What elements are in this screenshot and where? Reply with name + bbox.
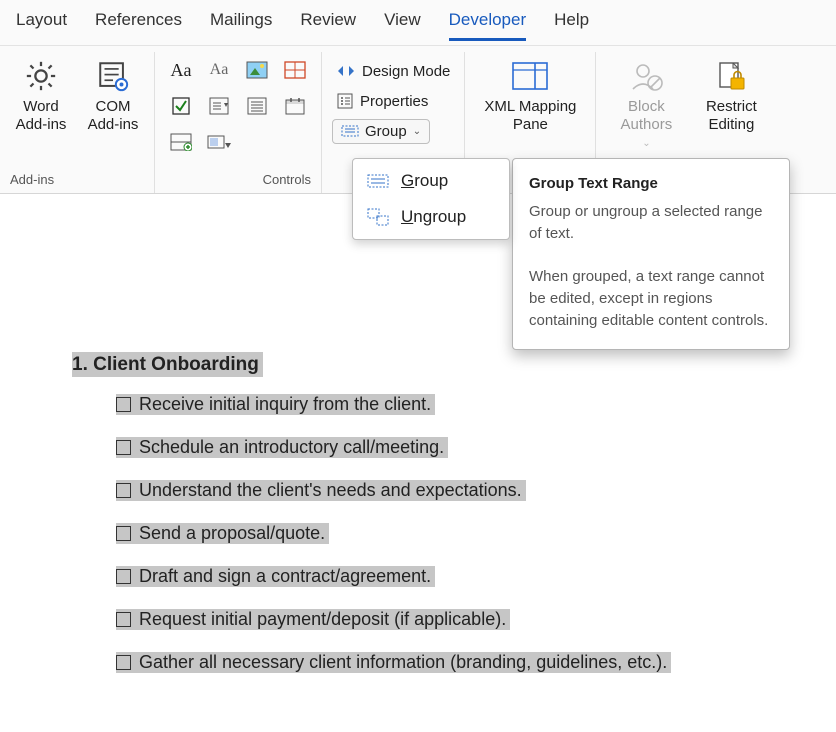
tooltip-line2: When grouped, a text range cannot be edi… xyxy=(529,266,773,331)
gear-icon xyxy=(24,58,58,94)
menu-item-ungroup-label: Ungroup xyxy=(401,207,466,227)
group-dropdown-label: Group xyxy=(365,123,407,140)
group-icon xyxy=(341,123,359,139)
properties-button[interactable]: Properties xyxy=(332,86,454,116)
list-item-text: Request initial payment/deposit (if appl… xyxy=(139,609,506,630)
picture-control-icon[interactable] xyxy=(241,56,273,84)
list-item-text: Receive initial inquiry from the client. xyxy=(139,394,431,415)
plain-text-control-icon[interactable]: Aa xyxy=(203,56,235,84)
checkbox-icon[interactable] xyxy=(116,655,131,670)
properties-icon xyxy=(336,92,354,110)
block-authors-button: Block Authors ⌄ xyxy=(606,56,686,150)
word-addins-label: Word Add-ins xyxy=(10,98,72,134)
checkbox-icon[interactable] xyxy=(116,440,131,455)
design-mode-icon xyxy=(336,62,356,80)
group-icon xyxy=(367,172,389,190)
list-item-text: Schedule an introductory call/meeting. xyxy=(139,437,444,458)
list-gear-icon xyxy=(96,58,130,94)
controls-gallery: Aa Aa xyxy=(165,56,311,158)
list-item-text: Send a proposal/quote. xyxy=(139,523,325,544)
menu-item-group-label: Group xyxy=(401,171,448,191)
list-item[interactable]: Request initial payment/deposit (if appl… xyxy=(116,609,836,630)
date-picker-control-icon[interactable] xyxy=(279,92,311,120)
menu-item-ungroup[interactable]: Ungroup xyxy=(353,199,509,235)
tab-references[interactable]: References xyxy=(95,8,182,41)
checkbox-control-icon[interactable] xyxy=(165,92,197,120)
restrict-editing-icon xyxy=(715,58,747,94)
checkbox-icon[interactable] xyxy=(116,397,131,412)
word-addins-button[interactable]: Word Add-ins xyxy=(10,56,72,134)
checkbox-icon[interactable] xyxy=(116,569,131,584)
rich-text-control-icon[interactable]: Aa xyxy=(165,56,197,84)
tooltip-group-text-range: Group Text Range Group or ungroup a sele… xyxy=(512,158,790,350)
tab-help[interactable]: Help xyxy=(554,8,589,41)
tab-review[interactable]: Review xyxy=(300,8,356,41)
group-dropdown-button[interactable]: Group ⌄ xyxy=(332,116,454,146)
repeating-section-control-icon[interactable] xyxy=(165,128,197,156)
tab-developer[interactable]: Developer xyxy=(449,8,527,41)
building-block-control-icon[interactable] xyxy=(279,56,311,84)
chevron-down-icon: ⌄ xyxy=(642,138,650,150)
ribbon-group-addins: Word Add-ins COM Add-ins Add-ins xyxy=(0,52,155,193)
combo-box-control-icon[interactable] xyxy=(203,92,235,120)
properties-label: Properties xyxy=(360,93,428,110)
block-authors-label: Block Authors xyxy=(606,98,686,134)
tooltip-line1: Group or ungroup a selected range of tex… xyxy=(529,201,773,245)
group-label-addins: Add-ins xyxy=(10,168,144,193)
com-addins-label: COM Add-ins xyxy=(82,98,144,134)
group-dropdown-menu: Group Ungroup xyxy=(352,158,510,240)
list-item[interactable]: Schedule an introductory call/meeting. xyxy=(116,437,836,458)
checklist: Receive initial inquiry from the client.… xyxy=(72,394,836,673)
design-mode-label: Design Mode xyxy=(362,63,450,80)
list-item[interactable]: Gather all necessary client information … xyxy=(116,652,836,673)
tab-view[interactable]: View xyxy=(384,8,421,41)
menu-item-group[interactable]: Group xyxy=(353,163,509,199)
list-item[interactable]: Receive initial inquiry from the client. xyxy=(116,394,836,415)
xml-mapping-pane-button[interactable]: XML Mapping Pane xyxy=(475,56,585,134)
list-item[interactable]: Send a proposal/quote. xyxy=(116,523,836,544)
com-addins-button[interactable]: COM Add-ins xyxy=(82,56,144,134)
design-mode-button[interactable]: Design Mode xyxy=(332,56,454,86)
section-heading[interactable]: 1. Client Onboarding xyxy=(72,352,263,377)
tooltip-title: Group Text Range xyxy=(529,173,773,195)
checkbox-icon[interactable] xyxy=(116,526,131,541)
legacy-tools-icon[interactable] xyxy=(203,128,235,156)
tab-layout[interactable]: Layout xyxy=(16,8,67,41)
restrict-editing-label: Restrict Editing xyxy=(696,98,766,134)
chevron-down-icon: ⌄ xyxy=(413,126,421,137)
xml-mapping-label: XML Mapping Pane xyxy=(475,98,585,134)
list-item[interactable]: Understand the client's needs and expect… xyxy=(116,480,836,501)
list-item-text: Understand the client's needs and expect… xyxy=(139,480,522,501)
list-item-text: Gather all necessary client information … xyxy=(139,652,667,673)
dropdown-control-icon[interactable] xyxy=(241,92,273,120)
ungroup-icon xyxy=(367,208,389,226)
block-authors-icon xyxy=(629,58,663,94)
ribbon-tabs: Layout References Mailings Review View D… xyxy=(0,0,836,46)
group-label-controls: Controls xyxy=(165,168,311,193)
list-item-text: Draft and sign a contract/agreement. xyxy=(139,566,431,587)
restrict-editing-button[interactable]: Restrict Editing xyxy=(696,56,766,150)
ribbon-group-controls-icons: Aa Aa Controls xyxy=(155,52,322,193)
tab-mailings[interactable]: Mailings xyxy=(210,8,272,41)
list-item[interactable]: Draft and sign a contract/agreement. xyxy=(116,566,836,587)
checkbox-icon[interactable] xyxy=(116,612,131,627)
checkbox-icon[interactable] xyxy=(116,483,131,498)
xml-pane-icon xyxy=(511,58,549,94)
